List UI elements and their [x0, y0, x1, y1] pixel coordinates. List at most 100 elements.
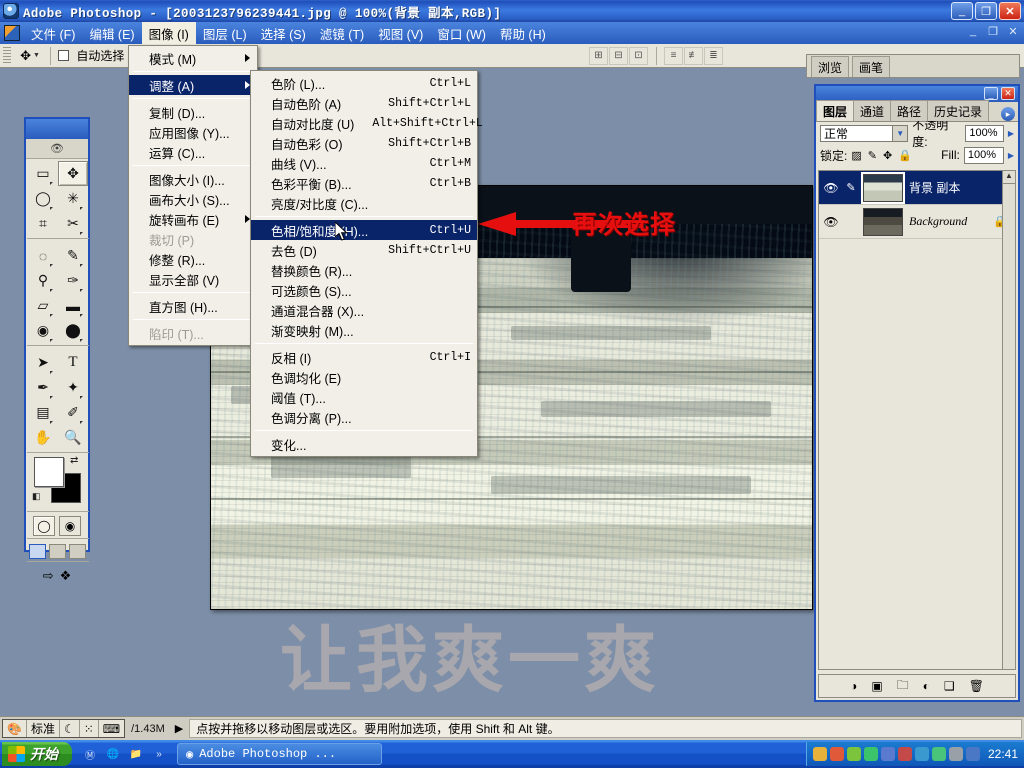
- blur-tool[interactable]: ◉: [28, 318, 58, 343]
- submenu-item-curves[interactable]: 曲线 (V)... Ctrl+M: [251, 153, 477, 173]
- ie-icon[interactable]: 🌐: [105, 746, 121, 762]
- adjustment-layer-icon[interactable]: ◐: [923, 679, 930, 693]
- menu-help[interactable]: 帮助 (H): [493, 22, 553, 45]
- new-group-icon[interactable]: 🗀: [897, 676, 909, 697]
- submenu-item-equalize[interactable]: 色调均化 (E): [251, 367, 477, 387]
- delete-layer-icon[interactable]: 🗑: [969, 679, 984, 693]
- move-tool-icon[interactable]: ✥▼: [17, 46, 43, 66]
- healing-brush-tool[interactable]: ◌: [28, 243, 58, 268]
- submenu-item-replace-color[interactable]: 替换颜色 (R)...: [251, 260, 477, 280]
- start-button[interactable]: 开始: [2, 742, 72, 766]
- submenu-item-brightness-contrast[interactable]: 亮度/对比度 (C)...: [251, 193, 477, 213]
- layer-name[interactable]: Background: [909, 214, 967, 229]
- blend-mode-select[interactable]: 正常 ▼: [820, 125, 908, 142]
- eraser-tool[interactable]: ▱: [28, 293, 58, 318]
- menu-item-duplicate[interactable]: 复制 (D)...: [129, 102, 257, 122]
- dodge-tool[interactable]: ⬤: [58, 318, 88, 343]
- history-brush-tool[interactable]: ✑: [58, 268, 88, 293]
- status-play-icon[interactable]: ▶: [175, 722, 183, 735]
- lock-position-icon[interactable]: ✥: [883, 149, 892, 162]
- submenu-item-selective-color[interactable]: 可选颜色 (S)...: [251, 280, 477, 300]
- close-button[interactable]: ✕: [999, 2, 1021, 20]
- status-mode-label[interactable]: 标准: [27, 720, 60, 737]
- palette-minimize-button[interactable]: _: [984, 87, 998, 100]
- submenu-item-color-balance[interactable]: 色彩平衡 (B)... Ctrl+B: [251, 173, 477, 193]
- color-icon[interactable]: 🎨: [3, 720, 27, 737]
- menu-window[interactable]: 窗口 (W): [430, 22, 493, 45]
- menu-item-mode[interactable]: 模式 (M): [129, 48, 257, 68]
- doc-maximize-button[interactable]: ❐: [986, 25, 1000, 38]
- palette-close-button[interactable]: ✕: [1001, 87, 1015, 100]
- crop-tool[interactable]: ⌗: [28, 211, 58, 236]
- lock-transparency-icon[interactable]: ▨: [851, 149, 861, 162]
- scroll-up-icon[interactable]: ▲: [1003, 171, 1015, 184]
- default-colors-icon[interactable]: ◧: [32, 491, 41, 502]
- standard-screen-mode-icon[interactable]: [29, 544, 46, 559]
- moon-icon[interactable]: ☾: [60, 720, 80, 737]
- menu-item-calculations[interactable]: 运算 (C)...: [129, 142, 257, 162]
- foreground-color-swatch[interactable]: [34, 457, 64, 487]
- maximize-button[interactable]: ❐: [975, 2, 997, 20]
- tab-browse[interactable]: 浏览: [811, 56, 849, 77]
- menu-item-image-size[interactable]: 图像大小 (I)...: [129, 169, 257, 189]
- menu-item-apply-image[interactable]: 应用图像 (Y)...: [129, 122, 257, 142]
- chevron-down-icon[interactable]: ▼: [892, 126, 907, 141]
- move-tool[interactable]: ✥: [58, 161, 88, 186]
- full-screen-mode-icon[interactable]: [69, 544, 86, 559]
- menu-item-adjustments[interactable]: 调整 (A): [129, 75, 257, 95]
- opacity-slider-arrow-icon[interactable]: ▶: [1008, 129, 1014, 138]
- layer-name[interactable]: 背景 副本: [909, 179, 960, 196]
- submenu-item-invert[interactable]: 反相 (I) Ctrl+I: [251, 347, 477, 367]
- brush-tool[interactable]: ✎: [58, 243, 88, 268]
- marquee-tool[interactable]: ▭: [28, 161, 58, 186]
- hand-tool[interactable]: ✋: [28, 425, 58, 450]
- antivirus-icon[interactable]: [898, 747, 912, 761]
- menu-file[interactable]: 文件 (F): [24, 22, 82, 45]
- toolbox-titlebar[interactable]: [26, 119, 88, 139]
- layer-style-icon[interactable]: ◑: [850, 679, 857, 693]
- submenu-item-levels[interactable]: 色阶 (L)... Ctrl+L: [251, 73, 477, 93]
- taskbar-item-photoshop[interactable]: ◉ Adobe Photoshop ...: [177, 743, 382, 765]
- submenu-item-variations[interactable]: 变化...: [251, 434, 477, 454]
- menu-filter[interactable]: 滤镜 (T): [313, 22, 371, 45]
- lock-image-icon[interactable]: ✎: [868, 149, 877, 162]
- submenu-item-threshold[interactable]: 阈值 (T)...: [251, 387, 477, 407]
- swap-colors-icon[interactable]: ⇄: [70, 455, 78, 466]
- dist-bottom-icon[interactable]: ≣: [704, 47, 723, 65]
- submenu-item-posterize[interactable]: 色调分离 (P)...: [251, 407, 477, 427]
- menu-item-rotate-canvas[interactable]: 旋转画布 (E): [129, 209, 257, 229]
- type-tool[interactable]: T: [58, 350, 88, 375]
- shield-icon[interactable]: [847, 747, 861, 761]
- standard-mask-mode-icon[interactable]: ◯: [33, 516, 55, 536]
- volume-icon[interactable]: [949, 747, 963, 761]
- jump-to-file-icon[interactable]: ❖: [60, 568, 72, 584]
- explorer-icon[interactable]: 📁: [128, 746, 144, 762]
- submenu-item-auto-contrast[interactable]: 自动对比度 (U) Alt+Shift+Ctrl+L: [251, 113, 477, 133]
- minimize-button[interactable]: _: [951, 2, 973, 20]
- layer-visibility-icon[interactable]: 👁: [821, 181, 841, 195]
- qq2-icon[interactable]: [830, 747, 844, 761]
- submenu-item-desaturate[interactable]: 去色 (D) Shift+Ctrl+U: [251, 240, 477, 260]
- options-bar-grip[interactable]: [3, 47, 11, 65]
- fill-slider-arrow-icon[interactable]: ▶: [1008, 151, 1014, 160]
- notes-tool[interactable]: ▤: [28, 400, 58, 425]
- doc-minimize-button[interactable]: _: [966, 25, 980, 38]
- path-selection-tool[interactable]: ➤: [28, 350, 58, 375]
- menu-item-reveal-all[interactable]: 显示全部 (V): [129, 269, 257, 289]
- jump-to-imageready-icon[interactable]: ⇨: [43, 568, 54, 584]
- menu-layer[interactable]: 图层 (L): [196, 22, 254, 45]
- keyboard-icon[interactable]: ⌨: [99, 720, 124, 737]
- menu-image[interactable]: 图像 (I): [142, 22, 196, 45]
- submenu-item-hue-saturation[interactable]: 色相/饱和度 (H)... Ctrl+U: [251, 220, 477, 240]
- eyedropper-tool[interactable]: ✐: [58, 400, 88, 425]
- full-screen-menubar-mode-icon[interactable]: [49, 544, 66, 559]
- pen-tool[interactable]: ✒: [28, 375, 58, 400]
- menu-select[interactable]: 选择 (S): [254, 22, 313, 45]
- globe-icon[interactable]: [915, 747, 929, 761]
- tab-channels[interactable]: 通道: [853, 100, 891, 121]
- layer-brush-icon[interactable]: ✎: [841, 181, 861, 194]
- media-icon[interactable]: [932, 747, 946, 761]
- tab-brushes[interactable]: 画笔: [852, 56, 890, 77]
- umbrella-icon[interactable]: [864, 747, 878, 761]
- align-left-icon[interactable]: ⊞: [589, 47, 608, 65]
